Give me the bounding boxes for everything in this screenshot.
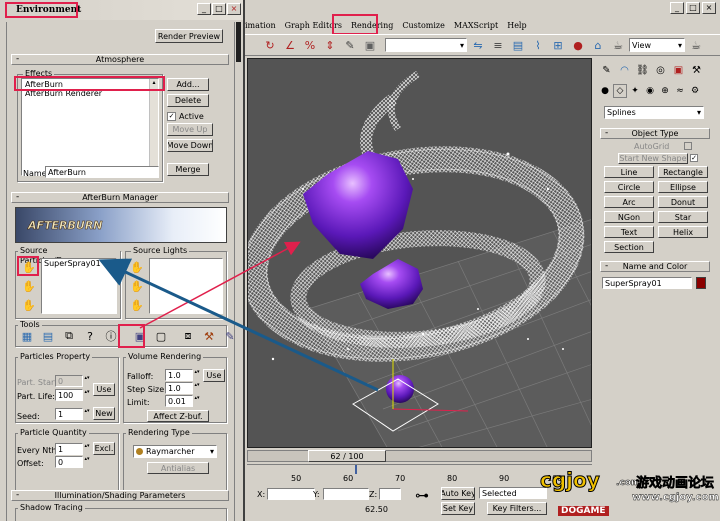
annotation-arrows — [98, 241, 379, 392]
